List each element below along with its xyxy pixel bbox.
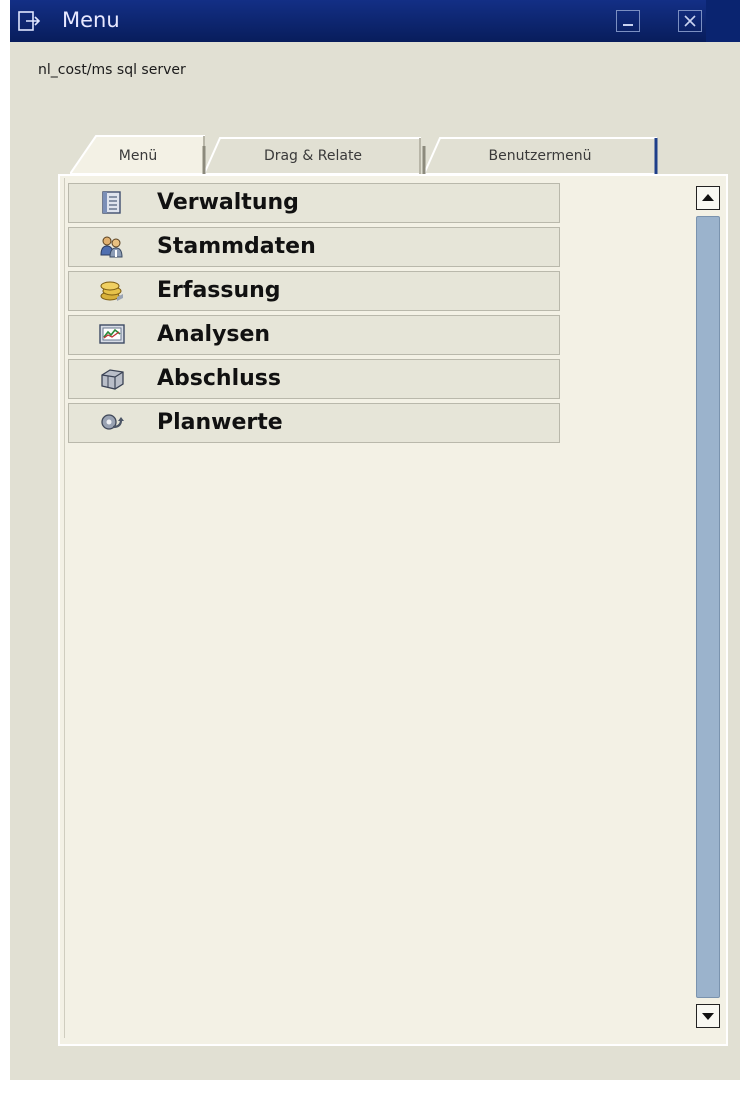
tab-menu-label: Menü [118, 148, 158, 164]
minimize-icon [623, 24, 633, 26]
title-bar[interactable]: Menu [10, 0, 740, 42]
tree-item-planwerte[interactable]: Planwerte [68, 403, 560, 443]
tab-drag-relate[interactable]: Drag & Relate [202, 134, 424, 174]
tab-benutzermenu[interactable]: Benutzermenü [418, 134, 662, 174]
tree-item-label: Planwerte [157, 410, 283, 435]
scroll-thumb[interactable] [696, 216, 720, 998]
tree-item-erfassung[interactable]: Erfassung [68, 271, 560, 311]
scroll-up-icon [702, 194, 714, 201]
tree-item-analysen[interactable]: Analysen [68, 315, 560, 355]
window-title: Menu [62, 8, 120, 32]
tab-benutzermenu-label: Benutzermenü [488, 148, 592, 164]
chart-monitor-icon [99, 323, 125, 347]
folder-list-icon [99, 191, 125, 215]
tree-item-stammdaten[interactable]: Stammdaten [68, 227, 560, 267]
tree-item-label: Stammdaten [157, 234, 316, 259]
tree-item-verwaltung[interactable]: Verwaltung [68, 183, 560, 223]
tree-item-label: Erfassung [157, 278, 281, 303]
tab-menu[interactable]: Menü [70, 134, 206, 174]
vertical-scrollbar[interactable] [694, 182, 724, 1034]
close-button[interactable] [678, 10, 702, 32]
tree-item-label: Verwaltung [157, 190, 299, 215]
server-label: nl_cost/ms sql server [38, 62, 186, 78]
menu-window-icon [18, 10, 42, 32]
close-icon [684, 15, 696, 27]
gear-arrow-icon [99, 411, 125, 435]
scroll-down-button[interactable] [696, 1004, 720, 1028]
scroll-up-button[interactable] [696, 186, 720, 210]
tab-drag-relate-label: Drag & Relate [263, 148, 363, 164]
tree-item-label: Analysen [157, 322, 271, 347]
tree-item-label: Abschluss [157, 366, 281, 391]
box-icon [99, 367, 125, 391]
scroll-down-icon [702, 1013, 714, 1020]
minimize-button[interactable] [616, 10, 640, 32]
people-icon [99, 235, 125, 259]
coins-stack-icon [99, 279, 125, 303]
tree-item-abschluss[interactable]: Abschluss [68, 359, 560, 399]
